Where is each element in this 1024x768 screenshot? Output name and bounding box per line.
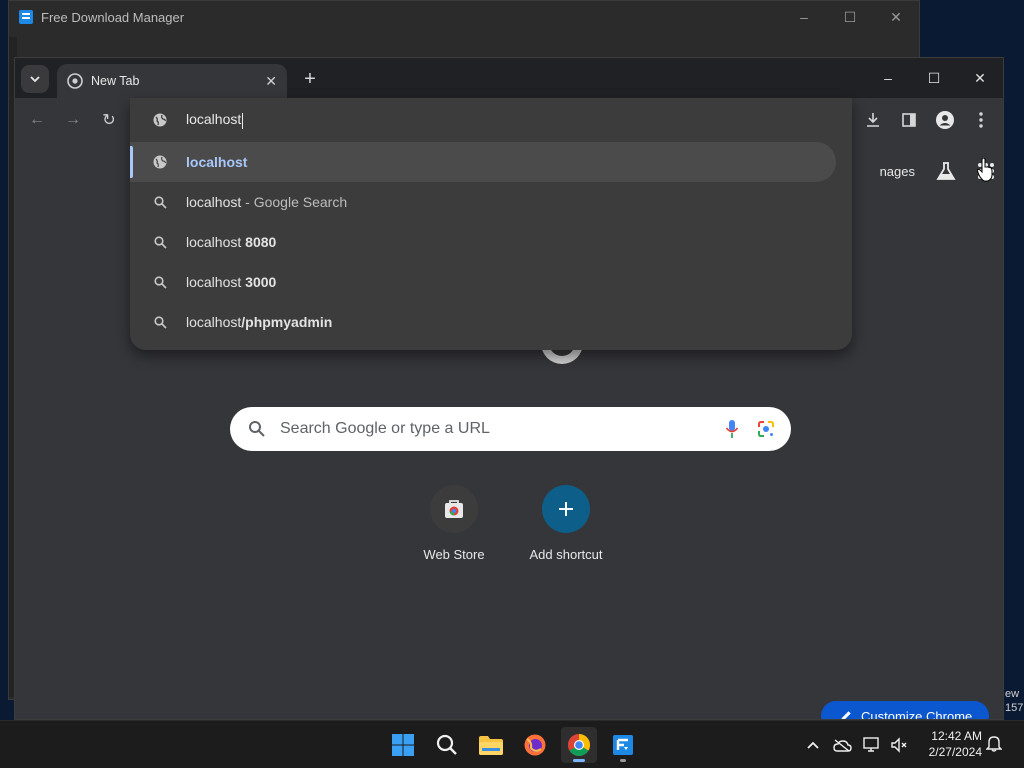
omnibox-text: localhost	[186, 111, 242, 128]
web-store-icon	[445, 500, 463, 518]
suggestion-item[interactable]: localhost 8080	[130, 222, 836, 262]
shortcut-label: Web Store	[423, 547, 485, 562]
search-icon	[249, 421, 265, 437]
omnibox-dropdown: localhost localhost localhost - Google S…	[130, 98, 852, 350]
fdm-logo-icon	[19, 10, 33, 24]
globe-icon	[153, 113, 167, 127]
text-caret	[242, 112, 244, 129]
tab-new-tab[interactable]: New Tab ✕	[57, 64, 287, 98]
search-icon	[153, 315, 167, 329]
close-button[interactable]: ✕	[957, 58, 1003, 98]
mouse-cursor-icon	[977, 158, 993, 182]
taskbar-clock[interactable]: 12:42 AM 2/27/2024	[929, 728, 982, 760]
clock-date: 2/27/2024	[928, 745, 982, 759]
maximize-button[interactable]: ☐	[911, 58, 957, 98]
chrome-icon	[568, 734, 590, 756]
voice-search-mic-icon[interactable]	[725, 419, 739, 439]
chrome-taskbar-button[interactable]	[561, 727, 597, 763]
chrome-favicon-icon	[67, 73, 83, 89]
profile-icon	[936, 111, 954, 129]
suggestion-main: localhost	[186, 274, 246, 290]
suggestion-suffix: /phpmyadmin	[241, 314, 333, 330]
minimize-button[interactable]: –	[865, 58, 911, 98]
tray-overflow-chevron-icon[interactable]	[800, 741, 826, 749]
fdm-close-button[interactable]: ✕	[873, 1, 919, 33]
downloads-button[interactable]	[859, 106, 887, 134]
search-icon	[153, 195, 167, 209]
suggestion-item[interactable]: localhost - Google Search	[130, 182, 836, 222]
file-explorer-button[interactable]	[473, 727, 509, 763]
shortcut-add[interactable]: Add shortcut	[525, 485, 607, 562]
fdm-icon	[613, 735, 633, 755]
tab-search-button[interactable]	[21, 65, 49, 93]
profile-button[interactable]	[931, 106, 959, 134]
start-button[interactable]	[385, 727, 421, 763]
suggestion-item[interactable]: localhost	[130, 142, 836, 182]
suggestion-main: localhost	[186, 154, 248, 170]
google-lens-icon[interactable]	[757, 420, 775, 438]
ntp-search-box[interactable]: Search Google or type a URL	[230, 407, 791, 451]
customize-chrome-label: Customize Chrome	[861, 708, 973, 720]
volume-muted-icon[interactable]	[886, 737, 912, 753]
ntp-search-placeholder: Search Google or type a URL	[280, 420, 490, 437]
firefox-button[interactable]	[517, 727, 553, 763]
search-icon	[153, 235, 167, 249]
folder-icon	[479, 736, 503, 755]
running-indicator	[620, 759, 626, 762]
active-indicator	[573, 759, 585, 762]
fdm-title: Free Download Manager	[41, 9, 185, 25]
suggestion-main: localhost	[186, 314, 242, 330]
shortcut-label: Add shortcut	[529, 547, 603, 562]
suggestion-suffix: - Google Search	[241, 194, 348, 210]
pencil-icon	[841, 711, 851, 719]
suggestion-suffix: 8080	[245, 234, 277, 250]
kebab-menu-icon	[979, 112, 983, 128]
desktop-text-right-2: 157	[1005, 702, 1024, 714]
globe-icon	[153, 155, 167, 169]
side-panel-button[interactable]	[895, 106, 923, 134]
side-panel-icon	[902, 113, 916, 127]
desktop-text-right-1: ew	[1005, 688, 1020, 700]
clock-time: 12:42 AM	[931, 729, 982, 743]
search-icon	[153, 275, 167, 289]
customize-chrome-button[interactable]: Customize Chrome	[821, 701, 989, 720]
tab-strip: New Tab ✕ + – ☐ ✕	[15, 58, 1003, 98]
new-tab-button[interactable]: +	[297, 66, 323, 92]
taskbar: 12:42 AM 2/27/2024	[0, 720, 1024, 768]
menu-button[interactable]	[967, 106, 995, 134]
network-icon[interactable]	[858, 737, 886, 753]
forward-button[interactable]: →	[61, 108, 85, 132]
fdm-taskbar-button[interactable]	[605, 727, 641, 763]
tab-close-icon[interactable]: ✕	[265, 73, 277, 90]
plus-icon	[559, 502, 573, 516]
taskbar-search-button[interactable]	[429, 727, 465, 763]
images-link[interactable]: nages	[880, 164, 915, 179]
suggestion-main: localhost	[186, 194, 242, 210]
onedrive-icon[interactable]	[826, 738, 858, 752]
search-icon	[436, 734, 457, 755]
back-button[interactable]: ←	[25, 108, 49, 132]
download-icon	[867, 113, 879, 127]
suggestion-item[interactable]: localhost 3000	[130, 262, 836, 302]
reload-button[interactable]: ↻	[97, 108, 121, 132]
shortcut-web-store[interactable]: Web Store	[413, 485, 495, 562]
firefox-icon	[524, 734, 546, 756]
labs-flask-icon[interactable]	[935, 160, 957, 182]
fdm-maximize-button[interactable]: ☐	[827, 1, 873, 33]
fdm-minimize-button[interactable]: –	[781, 1, 827, 33]
suggestion-item[interactable]: localhost /phpmyadmin	[130, 302, 836, 342]
suggestion-main: localhost	[186, 234, 246, 250]
omnibox-input[interactable]: localhost	[130, 98, 852, 142]
tab-title: New Tab	[91, 74, 140, 88]
suggestion-suffix: 3000	[245, 274, 277, 290]
windows-logo-icon	[392, 734, 414, 756]
chevron-down-icon	[30, 76, 40, 83]
notification-bell-icon[interactable]	[985, 734, 1003, 757]
